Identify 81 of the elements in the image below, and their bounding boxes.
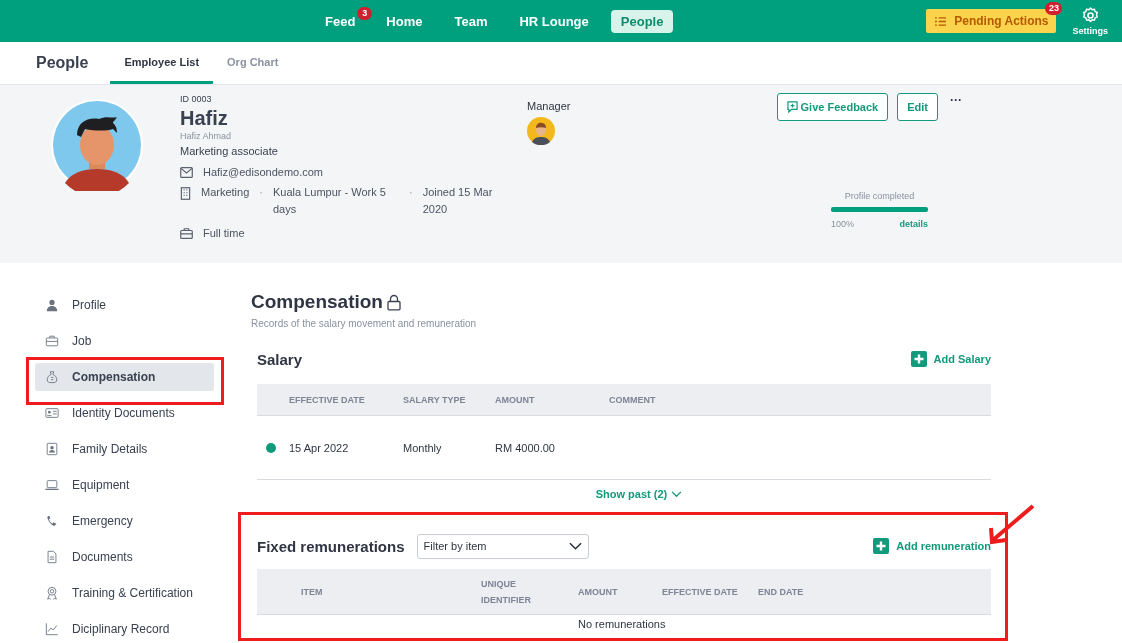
filter-dropdown[interactable]: Filter by item	[416, 533, 589, 559]
department-text: Marketing	[201, 185, 250, 200]
column-header: END DATE	[758, 585, 805, 599]
give-feedback-button[interactable]: Give Feedback	[776, 93, 889, 121]
manager-label: Manager	[527, 100, 571, 112]
sidebar-item[interactable]: Documents	[35, 543, 214, 571]
nav-tab[interactable]: People	[610, 9, 674, 33]
add-remuneration-button[interactable]: Add remuneration	[873, 538, 991, 554]
employment-type: Full time	[203, 227, 245, 239]
section-subtitle: Records of the salary movement and remuneration	[251, 318, 478, 329]
column-header: AMOUNT	[495, 394, 536, 405]
salary-heading: Salary	[257, 350, 303, 368]
notification-badge: 3	[357, 6, 373, 20]
separator-dot: ·	[259, 185, 263, 200]
mail-icon	[180, 166, 193, 178]
column-header: AMOUNT	[578, 585, 619, 599]
document-icon	[45, 550, 59, 564]
briefcase-icon	[180, 227, 193, 239]
settings-button[interactable]: Settings	[1072, 6, 1108, 36]
employee-name: Hafiz	[180, 107, 229, 130]
sidebar-item[interactable]: Identity Documents	[35, 399, 214, 427]
column-header: EFFECTIVE DATE	[289, 394, 366, 405]
employee-id: ID 0003	[180, 94, 213, 104]
phone-icon	[45, 514, 59, 528]
sidebar-item[interactable]: Compensation	[35, 363, 214, 391]
profile-completed-label: Profile completed	[843, 191, 916, 201]
page-title: People	[36, 54, 89, 72]
column-header: ITEM	[301, 585, 324, 599]
manager-avatar	[527, 117, 555, 145]
nav-tab[interactable]: Feed	[315, 9, 358, 33]
nav-tab[interactable]: Home	[376, 9, 433, 33]
nav-tab[interactable]: Team	[444, 9, 498, 33]
sidebar-item[interactable]: Family Details	[35, 435, 214, 463]
table-cell-text: Monthly	[403, 441, 443, 454]
sidebar-item[interactable]: Training & Certification	[35, 579, 214, 607]
plus-icon	[873, 538, 890, 554]
more-button[interactable]: ···	[950, 93, 962, 107]
location-text: Kuala Lumpur - Work 5 days	[272, 185, 387, 217]
sidebar-item[interactable]: Profile	[35, 291, 214, 319]
joined-date: Joined 15 Mar 2020	[422, 185, 494, 217]
chart-icon	[45, 622, 59, 636]
contact-icon	[45, 442, 59, 456]
edit-button[interactable]: Edit	[897, 93, 938, 121]
briefcase-icon	[45, 334, 59, 348]
moneybag-icon	[45, 370, 59, 384]
nav-tab[interactable]: HR Lounge	[509, 9, 599, 33]
settings-icon	[1080, 6, 1100, 25]
sidebar-item[interactable]: Emergency	[35, 507, 214, 535]
chevron-down-icon	[568, 542, 582, 550]
percent-text: 100%	[831, 219, 855, 229]
show-past-button[interactable]: Show past (2)	[595, 488, 683, 500]
person-icon	[45, 298, 59, 312]
plus-icon	[910, 351, 927, 367]
table-cell-text: 15 Apr 2022	[289, 441, 350, 454]
notification-badge: 23	[1045, 2, 1063, 15]
award-icon	[45, 586, 59, 600]
sidebar-item[interactable]: Job	[35, 327, 214, 355]
sidebar-item[interactable]: Equipment	[35, 471, 214, 499]
column-header: UNIQUE IDENTIFIER	[481, 577, 532, 607]
details-link[interactable]: details	[899, 219, 928, 229]
table-cell-text: RM 4000.00	[495, 441, 556, 454]
column-header: COMMENT	[609, 394, 657, 405]
laptop-icon	[45, 478, 59, 492]
add-salary-button[interactable]: Add Salary	[910, 351, 991, 367]
full-name: Hafiz Ahmad	[180, 131, 233, 141]
idcard-icon	[45, 406, 59, 420]
email-text: Hafiz@edisondemo.com	[203, 166, 323, 178]
checklist-icon	[934, 15, 948, 27]
job-title: Marketing associate	[180, 145, 279, 157]
sub-tab[interactable]: Org Chart	[213, 42, 293, 84]
column-header: SALARY TYPE	[403, 394, 467, 405]
section-title: Compensation	[251, 291, 383, 313]
chevron-down-icon	[671, 490, 683, 498]
feedback-icon	[786, 101, 798, 113]
fixed-remunerations-heading: Fixed remunerations	[257, 537, 405, 555]
sidebar-item[interactable]: Diciplinary Record	[35, 615, 214, 643]
separator-dot: ·	[408, 185, 413, 200]
building-icon	[180, 187, 191, 200]
column-header: EFFECTIVE DATE	[662, 585, 739, 599]
lock-icon	[386, 293, 401, 311]
empty-message: No remunerations	[578, 618, 666, 630]
